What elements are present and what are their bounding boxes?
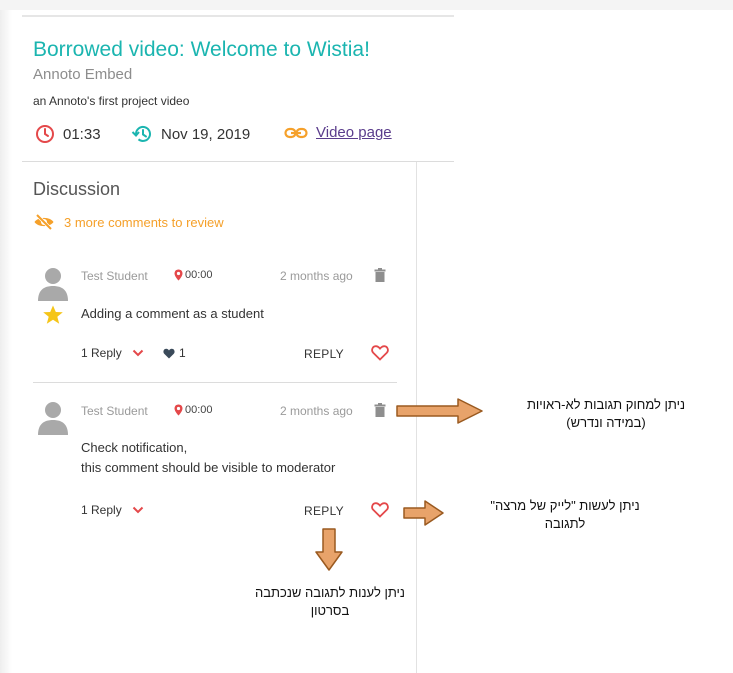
comment-divider: [33, 382, 397, 383]
video-title: Borrowed video: Welcome to Wistia!: [33, 38, 370, 61]
user-avatar-icon: [38, 268, 68, 301]
top-strip: [0, 0, 733, 10]
likes-number: 1: [179, 346, 186, 360]
like-note-line1: ניתן לעשות "לייק של מרצה": [490, 498, 640, 513]
comment-age: 2 months ago: [280, 269, 353, 283]
timestamp-text[interactable]: 00:00: [185, 269, 213, 281]
chevron-down-icon: [132, 349, 143, 357]
location-pin-icon: [174, 404, 183, 416]
clock-icon: [36, 125, 54, 143]
video-page-link-text[interactable]: Video page: [316, 124, 392, 141]
chevron-down-icon: [132, 506, 143, 514]
timestamp-text[interactable]: 00:00: [185, 404, 213, 416]
location-pin-icon: [174, 269, 183, 281]
date-text: Nov 19, 2019: [161, 125, 251, 143]
panel-shadow: [0, 10, 12, 673]
review-notice[interactable]: 3 more comments to review: [33, 214, 224, 230]
comment-age: 2 months ago: [280, 404, 353, 418]
video-date: Nov 19, 2019: [131, 124, 250, 144]
comment-text-line1: Check notification,: [81, 440, 188, 455]
comment-timestamp[interactable]: 00:00: [174, 269, 213, 281]
reply-note-line2: בסרטון: [310, 603, 350, 618]
delete-note-line2: (במידה ונדרש): [566, 415, 646, 430]
replies-count[interactable]: 1 Reply: [81, 346, 122, 360]
arrow-icon: [403, 500, 444, 526]
delete-note: ניתן למחוק תגובות לא-ראויות (במידה ונדרש…: [496, 396, 716, 432]
delete-note-line1: ניתן למחוק תגובות לא-ראויות: [526, 397, 686, 412]
reply-button[interactable]: REPLY: [304, 504, 344, 518]
duration-text: 01:33: [63, 125, 101, 143]
discussion-title: Discussion: [33, 179, 121, 199]
eye-off-icon: [34, 214, 54, 230]
star-icon: [43, 305, 63, 324]
comment-timestamp[interactable]: 00:00: [174, 404, 213, 416]
header-divider: [22, 161, 454, 162]
history-icon: [131, 125, 151, 142]
replies-toggle[interactable]: 1 Reply: [81, 503, 144, 517]
trash-icon[interactable]: [374, 403, 386, 417]
comment-author[interactable]: Test Student: [81, 404, 148, 418]
reply-button[interactable]: REPLY: [304, 347, 344, 361]
video-description: an Annoto's first project video: [33, 94, 190, 108]
arrow-icon: [396, 398, 483, 424]
replies-count[interactable]: 1 Reply: [81, 503, 122, 517]
comment-text-line2: this comment should be visible to modera…: [81, 460, 336, 475]
heart-icon: [163, 348, 175, 358]
heart-outline-icon[interactable]: [371, 345, 389, 361]
user-avatar-icon: [38, 402, 68, 435]
heart-outline-icon[interactable]: [371, 502, 389, 518]
panel-top-border: [22, 15, 454, 17]
replies-toggle[interactable]: 1 Reply: [81, 346, 144, 360]
trash-icon[interactable]: [374, 268, 386, 282]
video-subtitle: Annoto Embed: [33, 66, 133, 83]
video-page-link[interactable]: Video page: [284, 124, 392, 141]
like-note-line2: לתגובה: [544, 516, 586, 531]
reply-note-line1: ניתן לענות לתגובה שנכתבה: [255, 585, 405, 600]
link-icon: [284, 127, 308, 138]
comment-text: Adding a comment as a student: [81, 306, 264, 321]
like-note: ניתן לעשות "לייק של מרצה" לתגובה: [452, 497, 678, 533]
likes-count: 1: [163, 346, 186, 360]
reply-note: ניתן לענות לתגובה שנכתבה בסרטון: [220, 584, 440, 620]
comment-author[interactable]: Test Student: [81, 269, 148, 283]
video-duration: 01:33: [35, 124, 101, 144]
review-notice-text[interactable]: 3 more comments to review: [64, 215, 224, 230]
arrow-icon: [315, 528, 343, 571]
